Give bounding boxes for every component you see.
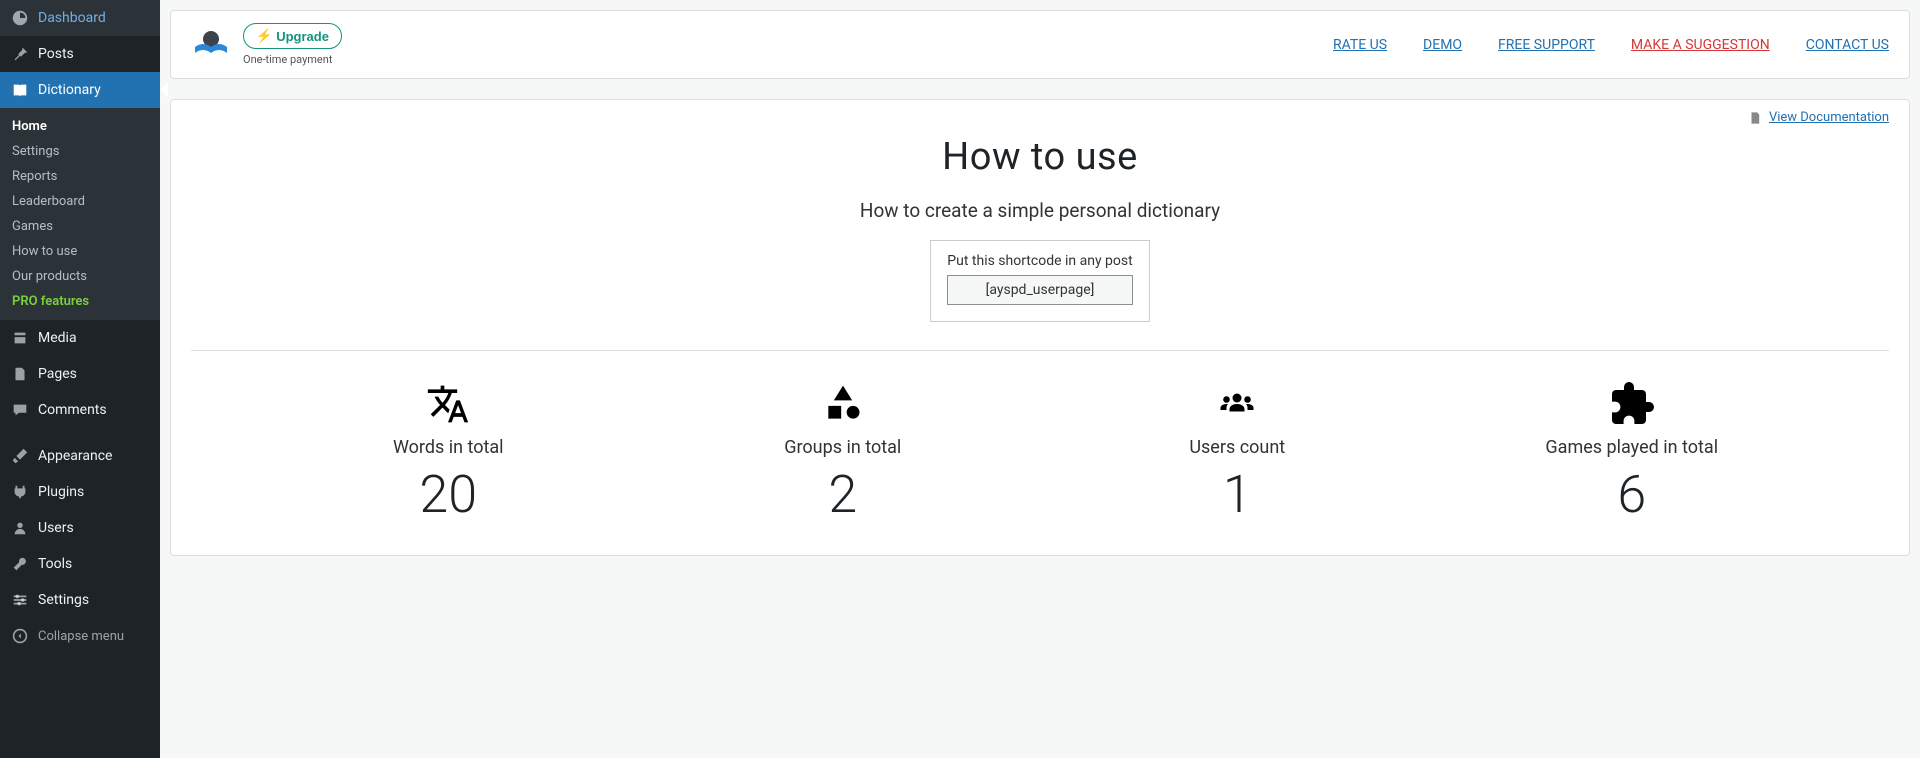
menu-users[interactable]: Users (0, 510, 160, 546)
link-demo[interactable]: DEMO (1423, 37, 1462, 53)
upgrade-wrap: ⚡ Upgrade One-time payment (243, 23, 342, 66)
header-links: RATE US DEMO FREE SUPPORT MAKE A SUGGEST… (1333, 37, 1889, 53)
upgrade-sub: One-time payment (243, 53, 342, 66)
stat-value: 6 (1435, 464, 1830, 525)
collapse-label: Collapse menu (38, 629, 124, 644)
stat-games: Games played in total 6 (1435, 379, 1830, 525)
link-suggestion[interactable]: MAKE A SUGGESTION (1631, 37, 1770, 53)
menu-label: Pages (38, 366, 77, 382)
document-icon (1748, 111, 1762, 125)
menu-pages[interactable]: Pages (0, 356, 160, 392)
shortcode-label: Put this shortcode in any post (947, 253, 1132, 269)
user-icon (10, 518, 30, 538)
menu-label: Tools (38, 556, 72, 572)
doc-link-wrap: View Documentation (191, 110, 1889, 125)
translate-icon (251, 379, 646, 429)
upgrade-label: Upgrade (276, 29, 329, 44)
menu-label: Comments (38, 402, 107, 418)
dashboard-icon (10, 8, 30, 28)
link-contact[interactable]: CONTACT US (1806, 37, 1889, 53)
sliders-icon (10, 590, 30, 610)
menu-posts[interactable]: Posts (0, 36, 160, 72)
menu-label: Dictionary (38, 82, 101, 98)
submenu-howto[interactable]: How to use (0, 239, 160, 264)
stats-row: Words in total 20 Groups in total 2 User… (191, 379, 1889, 525)
puzzle-icon (1435, 379, 1830, 429)
menu-comments[interactable]: Comments (0, 392, 160, 428)
view-documentation-link[interactable]: View Documentation (1769, 110, 1889, 125)
menu-label: Posts (38, 46, 74, 62)
bolt-icon: ⚡ (256, 28, 272, 44)
stat-label: Users count (1040, 437, 1435, 458)
users-icon (1040, 379, 1435, 429)
shortcode-box: Put this shortcode in any post [ayspd_us… (930, 240, 1149, 322)
menu-label: Users (38, 520, 74, 536)
submenu-home[interactable]: Home (0, 114, 160, 139)
header-card: ⚡ Upgrade One-time payment RATE US DEMO … (170, 10, 1910, 79)
stat-value: 1 (1040, 464, 1435, 525)
menu-label: Dashboard (38, 10, 106, 26)
divider (191, 350, 1889, 351)
submenu-leaderboard[interactable]: Leaderboard (0, 189, 160, 214)
stat-value: 2 (646, 464, 1041, 525)
menu-label: Media (38, 330, 77, 346)
link-support[interactable]: FREE SUPPORT (1498, 37, 1595, 53)
stat-value: 20 (251, 464, 646, 525)
stat-label: Groups in total (646, 437, 1041, 458)
menu-tools[interactable]: Tools (0, 546, 160, 582)
dictionary-submenu: Home Settings Reports Leaderboard Games … (0, 108, 160, 320)
content-card: View Documentation How to use How to cre… (170, 99, 1910, 556)
stat-users: Users count 1 (1040, 379, 1435, 525)
submenu-products[interactable]: Our products (0, 264, 160, 289)
shapes-icon (646, 379, 1041, 429)
plug-icon (10, 482, 30, 502)
stat-groups: Groups in total 2 (646, 379, 1041, 525)
submenu-pro[interactable]: PRO features (0, 289, 160, 314)
stat-label: Words in total (251, 437, 646, 458)
submenu-reports[interactable]: Reports (0, 164, 160, 189)
link-rate-us[interactable]: RATE US (1333, 37, 1387, 53)
menu-dictionary[interactable]: Dictionary (0, 72, 160, 108)
pin-icon (10, 44, 30, 64)
comment-icon (10, 400, 30, 420)
menu-plugins[interactable]: Plugins (0, 474, 160, 510)
submenu-settings[interactable]: Settings (0, 139, 160, 164)
menu-label: Plugins (38, 484, 84, 500)
stat-label: Games played in total (1435, 437, 1830, 458)
submenu-games[interactable]: Games (0, 214, 160, 239)
wrench-icon (10, 554, 30, 574)
main-content: ⚡ Upgrade One-time payment RATE US DEMO … (160, 0, 1920, 758)
book-icon (10, 80, 30, 100)
menu-media[interactable]: Media (0, 320, 160, 356)
menu-label: Appearance (38, 448, 112, 464)
page-title: How to use (191, 135, 1889, 179)
plugin-logo-icon (191, 25, 231, 65)
shortcode-value[interactable]: [ayspd_userpage] (947, 275, 1132, 305)
collapse-icon (10, 626, 30, 646)
menu-label: Settings (38, 592, 89, 608)
page-subtitle: How to create a simple personal dictiona… (191, 199, 1889, 222)
upgrade-button[interactable]: ⚡ Upgrade (243, 23, 342, 49)
admin-sidebar: Dashboard Posts Dictionary Home Settings… (0, 0, 160, 758)
media-icon (10, 328, 30, 348)
menu-appearance[interactable]: Appearance (0, 438, 160, 474)
brush-icon (10, 446, 30, 466)
collapse-menu[interactable]: Collapse menu (0, 618, 160, 654)
menu-dashboard[interactable]: Dashboard (0, 0, 160, 36)
menu-settings[interactable]: Settings (0, 582, 160, 618)
stat-words: Words in total 20 (251, 379, 646, 525)
page-icon (10, 364, 30, 384)
